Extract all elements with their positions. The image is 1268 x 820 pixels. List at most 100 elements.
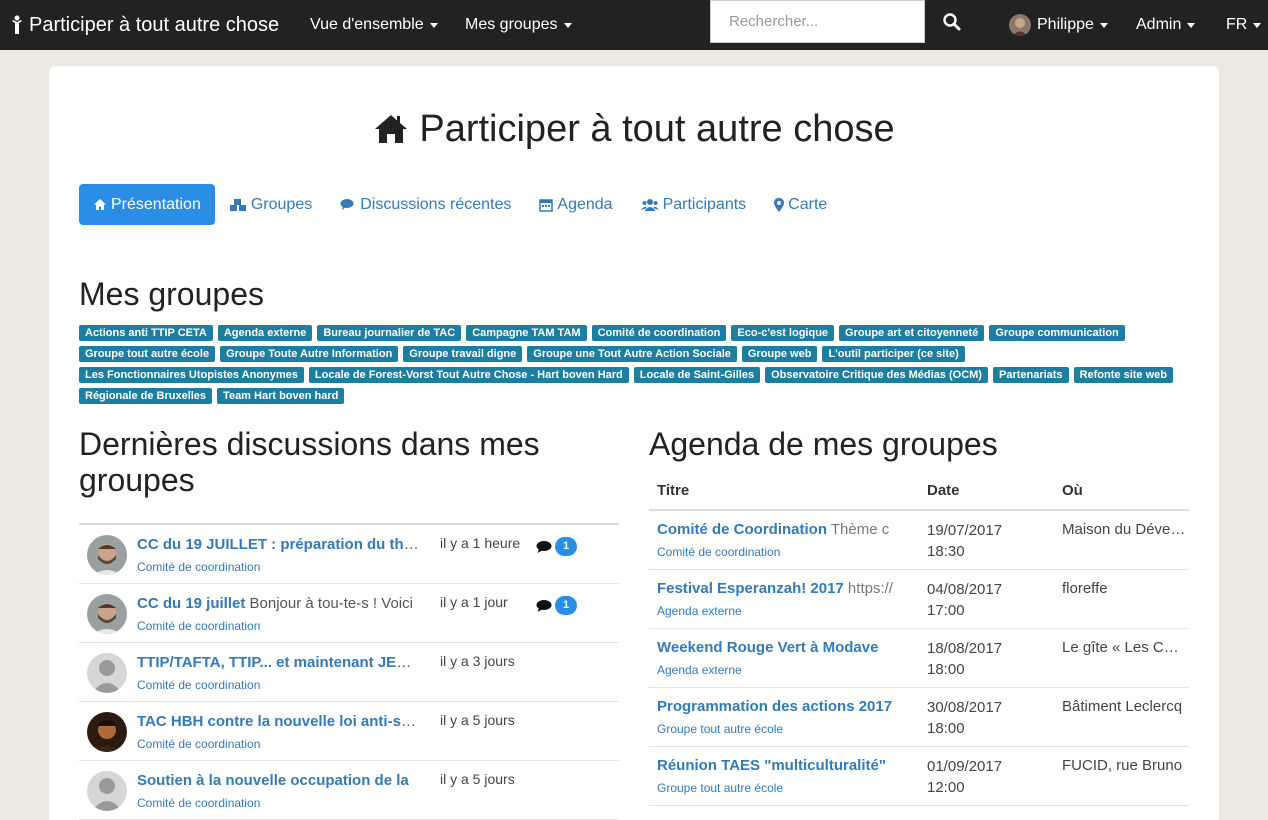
group-tag[interactable]: Les Fonctionnaires Utopistes Anonymes (79, 367, 304, 383)
group-tag[interactable]: Locale de Saint-Gilles (633, 367, 761, 383)
comment-icon (536, 599, 552, 612)
tab-presentation[interactable]: Présentation (79, 184, 215, 225)
search-input[interactable] (710, 0, 925, 43)
event-title[interactable]: Weekend Rouge Vert à Modave (657, 639, 911, 656)
column-header-where[interactable]: Où (1062, 482, 1083, 499)
event-title-link[interactable]: Comité de Coordination (657, 521, 827, 538)
user-menu[interactable]: Philippe (1009, 0, 1108, 50)
author-avatar[interactable] (87, 771, 127, 811)
discussion-group-link[interactable]: Comité de coordination (137, 678, 260, 692)
group-tag[interactable]: Eco-c'est logique (731, 325, 835, 341)
discussion-title[interactable]: TAC HBH contre la nouvelle loi anti-squa… (137, 713, 419, 730)
tab-participants[interactable]: Participants (627, 184, 761, 225)
group-tag[interactable]: Agenda externe (217, 325, 313, 341)
language-menu[interactable]: FR (1226, 0, 1262, 50)
event-group-link[interactable]: Groupe tout autre école (657, 722, 783, 736)
group-tag[interactable]: L'outil participer (ce site) (822, 346, 965, 362)
discussion-time: il y a 1 heure (440, 535, 521, 551)
discussion-time: il y a 3 jours (440, 653, 515, 669)
discussion-group-link[interactable]: Comité de coordination (137, 796, 260, 810)
comment-count[interactable]: 1 (536, 537, 577, 556)
author-avatar[interactable] (87, 653, 127, 693)
search-icon[interactable] (942, 12, 962, 32)
group-tag[interactable]: Régionale de Bruxelles (79, 388, 213, 404)
tab-groups[interactable]: Groupes (215, 184, 326, 225)
calendar-icon (539, 198, 554, 212)
group-tag[interactable]: Refonte site web (1073, 367, 1173, 383)
discussion-title[interactable]: CC du 19 juillet Bonjour à tou-te-s ! Vo… (137, 595, 419, 612)
author-avatar[interactable] (87, 712, 127, 752)
tab-agenda[interactable]: Agenda (525, 184, 626, 225)
event-title-link[interactable]: Programmation des actions 2017 (657, 698, 892, 715)
tab-participants-label: Participants (662, 195, 747, 213)
brand-link[interactable]: Participer à tout autre chose (0, 0, 279, 50)
group-tag[interactable]: Team Hart boven hard (217, 388, 345, 404)
event-group-link[interactable]: Groupe tout autre école (657, 781, 783, 795)
group-tag[interactable]: Campagne TAM TAM (466, 325, 587, 341)
group-tag[interactable]: Groupe une Tout Autre Action Sociale (527, 346, 737, 362)
group-tag[interactable]: Bureau journalier de TAC (317, 325, 462, 341)
menu-overview[interactable]: Vue d'ensemble (310, 0, 438, 50)
group-tag[interactable]: Groupe tout autre école (79, 346, 216, 362)
event-excerpt: https:// (843, 580, 893, 597)
tab-recent-discussions[interactable]: Discussions récentes (326, 184, 525, 225)
my-groups-heading: Mes groupes (79, 276, 264, 312)
event-title[interactable]: Programmation des actions 2017 (657, 698, 911, 715)
caret-down-icon (1253, 22, 1262, 28)
admin-menu[interactable]: Admin (1136, 0, 1196, 50)
group-tag[interactable]: Comité de coordination (591, 325, 727, 341)
page-title: Participer à tout autre chose (0, 106, 1268, 152)
tab-map[interactable]: Carte (760, 184, 841, 225)
discussion-title[interactable]: CC du 19 JUILLET : préparation du thème (137, 536, 419, 553)
comment-icon (536, 540, 552, 553)
discussion-group-link[interactable]: Comité de coordination (137, 737, 260, 751)
comments-icon (340, 199, 354, 210)
cubes-icon (229, 198, 246, 211)
group-tag[interactable]: Observatoire Critique des Médias (OCM) (765, 367, 988, 383)
caret-down-icon (563, 22, 572, 28)
page-title-text: Participer à tout autre chose (419, 108, 895, 150)
group-tag[interactable]: Groupe communication (989, 325, 1125, 341)
group-tag[interactable]: Groupe web (741, 346, 818, 362)
discussion-title-link[interactable]: TTIP/TAFTA, TTIP... et maintenant JEFTA (137, 654, 419, 671)
group-tag[interactable]: Locale de Forest-Vorst Tout Autre Chose … (308, 367, 629, 383)
tab-bar: Présentation Groupes Discussions récente… (79, 184, 841, 225)
column-header-title[interactable]: Titre (657, 482, 689, 499)
event-group-link[interactable]: Agenda externe (657, 604, 742, 618)
discussion-title-link[interactable]: Soutien à la nouvelle occupation de la (137, 772, 409, 789)
discussion-row: TAC HBH contre la nouvelle loi anti-squa… (79, 702, 619, 761)
discussion-row: TTIP/TAFTA, TTIP... et maintenant JEFTA C… (79, 643, 619, 702)
discussion-title-link[interactable]: CC du 19 juillet (137, 595, 245, 612)
comment-count[interactable]: 1 (536, 596, 577, 615)
event-title-link[interactable]: Festival Esperanzah! 2017 (657, 580, 844, 597)
discussion-group-link[interactable]: Comité de coordination (137, 619, 260, 633)
group-tag[interactable]: Groupe Toute Autre Information (220, 346, 399, 362)
event-date: 30/08/2017 18:00 (927, 697, 1002, 739)
agenda-row: Programmation des actions 2017 Groupe tou… (649, 688, 1189, 747)
menu-my-groups[interactable]: Mes groupes (465, 0, 572, 50)
event-title[interactable]: Comité de Coordination Thème c (657, 521, 911, 538)
group-tag[interactable]: Groupe art et citoyenneté (839, 325, 985, 341)
comment-count-badge: 1 (555, 596, 577, 615)
discussion-title-link[interactable]: TAC HBH contre la nouvelle loi anti-squa… (137, 713, 419, 730)
brand-title: Participer à tout autre chose (29, 13, 280, 36)
event-title-link[interactable]: Weekend Rouge Vert à Modave (657, 639, 878, 656)
discussion-title[interactable]: Soutien à la nouvelle occupation de la (137, 772, 419, 789)
discussion-title[interactable]: TTIP/TAFTA, TTIP... et maintenant JEFTA (137, 654, 419, 671)
discussion-time: il y a 1 jour (440, 594, 508, 610)
discussion-title-link[interactable]: CC du 19 JUILLET : préparation du thème (137, 536, 419, 553)
event-title[interactable]: Festival Esperanzah! 2017 https:// (657, 580, 911, 597)
author-avatar[interactable] (87, 535, 127, 575)
comment-count-badge: 1 (555, 537, 577, 556)
author-avatar[interactable] (87, 594, 127, 634)
event-title-link[interactable]: Réunion TAES "multiculturalité" (657, 757, 886, 774)
event-date-time: 18:30 (927, 543, 965, 560)
discussion-group-link[interactable]: Comité de coordination (137, 560, 260, 574)
event-group-link[interactable]: Comité de coordination (657, 545, 780, 559)
group-tag[interactable]: Groupe travail digne (403, 346, 523, 362)
group-tag[interactable]: Actions anti TTIP CETA (79, 325, 213, 341)
event-group-link[interactable]: Agenda externe (657, 663, 742, 677)
event-title[interactable]: Réunion TAES "multiculturalité" (657, 757, 911, 774)
column-header-date[interactable]: Date (927, 482, 960, 499)
group-tag[interactable]: Partenariats (992, 367, 1069, 383)
